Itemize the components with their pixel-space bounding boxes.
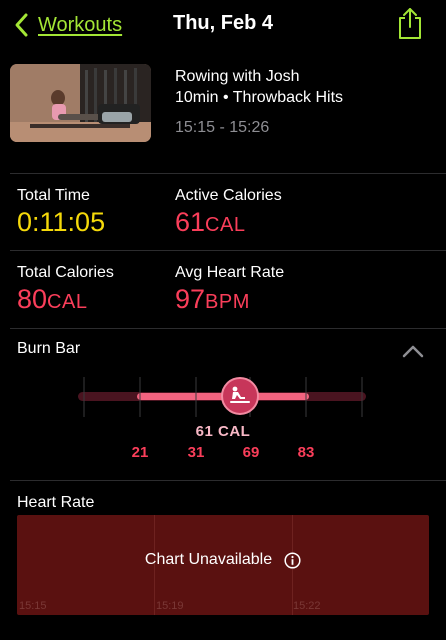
divider: [10, 173, 446, 174]
heart-rate-chart: Chart Unavailable 15:15 15:19 15:22: [17, 515, 429, 615]
divider: [10, 250, 446, 251]
workout-image: [10, 64, 151, 142]
stat-value: 80CAL: [17, 284, 88, 314]
chart-unavailable-message: Chart Unavailable: [17, 551, 429, 569]
stat-label: Avg Heart Rate: [175, 264, 285, 281]
burn-bar-current-label: 61 CAL: [195, 423, 251, 440]
stat-unit: CAL: [205, 214, 246, 236]
chart-time-tick: 15:22: [293, 600, 321, 612]
burn-bar-tick: 83: [297, 444, 315, 461]
navigation-bar: Workouts Thu, Feb 4: [0, 0, 446, 50]
chart-unavailable-text: Chart Unavailable: [144, 551, 273, 568]
stat-value: 0:11:05: [17, 207, 106, 237]
burn-bar-tick: 69: [242, 444, 260, 461]
stat-avg-heart-rate: Avg Heart Rate 97BPM: [175, 264, 284, 315]
burn-bar-title: Burn Bar: [17, 340, 81, 357]
stat-unit: BPM: [205, 291, 250, 313]
workout-summary: Rowing with Josh 10min • Throwback Hits …: [10, 64, 436, 144]
workout-thumbnail[interactable]: [10, 64, 151, 142]
divider: [10, 480, 446, 481]
info-icon[interactable]: [284, 551, 301, 569]
stat-label: Total Time: [17, 187, 90, 204]
chevron-up-icon[interactable]: [402, 344, 424, 358]
stat-value: 61CAL: [175, 207, 246, 237]
stat-unit: CAL: [47, 291, 88, 313]
heart-rate-title: Heart Rate: [17, 494, 95, 511]
stat-label: Total Calories: [17, 264, 114, 281]
chart-time-tick: 15:15: [19, 600, 47, 612]
stat-total-time: Total Time 0:11:05: [17, 187, 105, 238]
workout-time-range: 15:15 - 15:26: [175, 119, 270, 136]
stat-total-calories: Total Calories 80CAL: [17, 264, 114, 315]
workout-title: Rowing with Josh: [175, 68, 300, 85]
chart-time-tick: 15:19: [156, 600, 184, 612]
divider: [10, 328, 446, 329]
stat-value: 97BPM: [175, 284, 250, 314]
burn-bar-tick: 21: [131, 444, 149, 461]
workout-subtitle: 10min • Throwback Hits: [175, 89, 344, 106]
share-icon[interactable]: [396, 6, 424, 40]
stat-active-calories: Active Calories 61CAL: [175, 187, 282, 238]
burn-bar-tick: 31: [187, 444, 205, 461]
page-title: Thu, Feb 4: [173, 12, 273, 34]
stat-label: Active Calories: [175, 187, 282, 204]
